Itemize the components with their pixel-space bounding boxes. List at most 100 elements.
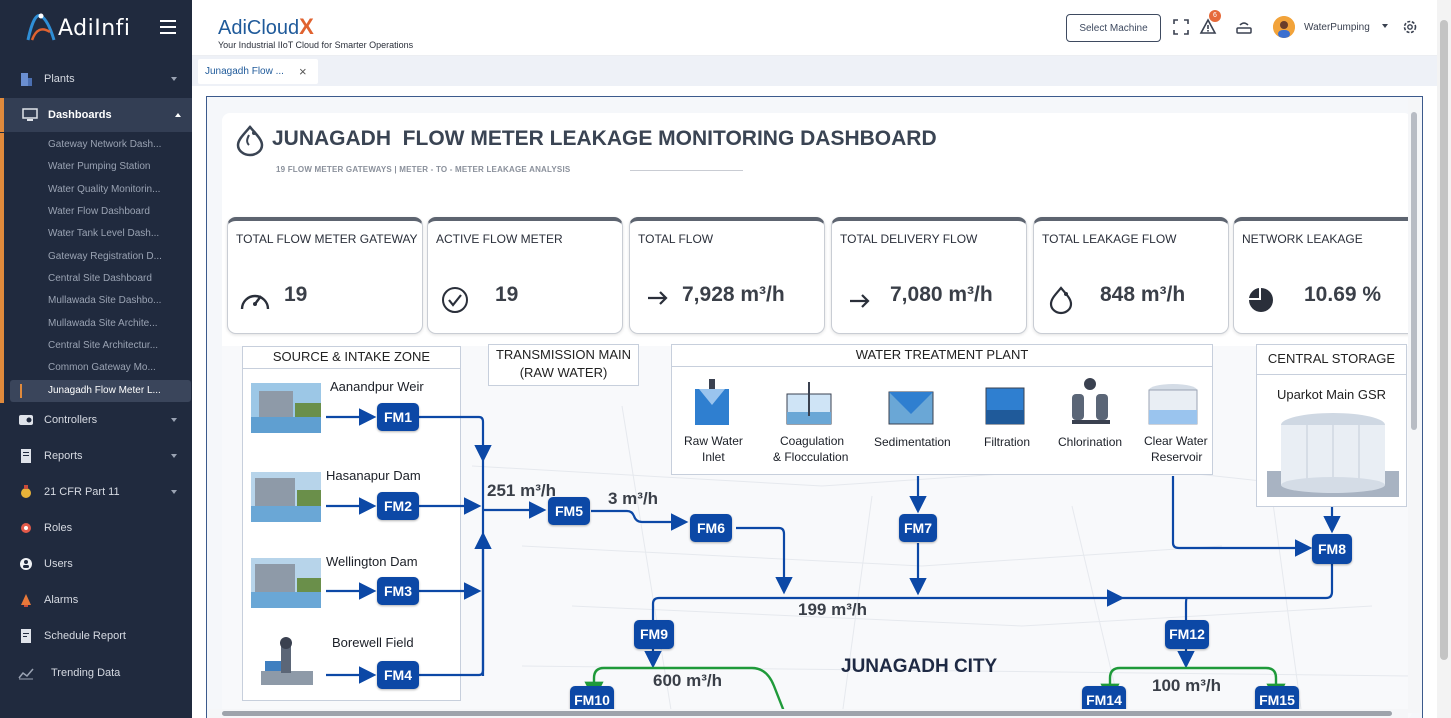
close-icon[interactable]: × bbox=[299, 64, 307, 79]
submenu-item[interactable]: Central Site Architectur... bbox=[48, 340, 158, 351]
kpi-label: TOTAL DELIVERY FLOW bbox=[840, 232, 978, 246]
dashboard-frame: JUNAGADH FLOW METER LEAKAGE MONITORING D… bbox=[206, 96, 1423, 718]
logo-icon bbox=[26, 13, 56, 41]
tab-junagadh[interactable]: Junagadh Flow ... × bbox=[198, 59, 318, 84]
nav-cfr[interactable]: 21 CFR Part 11 bbox=[0, 475, 192, 509]
schedule-icon bbox=[21, 629, 31, 643]
flow-meter-fm9[interactable]: FM9 bbox=[634, 620, 674, 649]
flow-meter-fm2[interactable]: FM2 bbox=[377, 492, 419, 520]
logo-text: AdiInfi bbox=[58, 16, 131, 41]
kpi-card-total-gateway: TOTAL FLOW METER GATEWAY 19 bbox=[227, 217, 423, 334]
submenu-item[interactable]: Water Quality Monitorin... bbox=[48, 184, 160, 195]
nav-roles[interactable]: Roles bbox=[0, 511, 192, 545]
nav-schedule-report[interactable]: Schedule Report bbox=[0, 619, 192, 653]
kpi-label: NETWORK LEAKAGE bbox=[1242, 232, 1363, 246]
flow-reading: 100 m³/h bbox=[1152, 676, 1221, 695]
roles-icon bbox=[21, 523, 31, 533]
submenu-item[interactable]: Gateway Network Dash... bbox=[48, 139, 161, 150]
chevron-down-icon[interactable] bbox=[1382, 24, 1388, 28]
kpi-value: 7,928 m³/h bbox=[682, 283, 785, 306]
flow-meter-fm1[interactable]: FM1 bbox=[377, 403, 419, 431]
leak-drop-icon bbox=[1049, 286, 1073, 315]
trend-chart-icon bbox=[18, 668, 34, 680]
nav-label: Trending Data bbox=[51, 667, 121, 679]
arrow-right-icon bbox=[648, 291, 668, 305]
tab-strip: Junagadh Flow ... × bbox=[192, 56, 1437, 86]
flow-meter-fm6[interactable]: FM6 bbox=[690, 514, 732, 542]
divider bbox=[630, 170, 743, 171]
submenu-item[interactable]: Common Gateway Mo... bbox=[48, 362, 156, 373]
user-name[interactable]: WaterPumping bbox=[1304, 22, 1370, 33]
kpi-label: TOTAL FLOW METER GATEWAY bbox=[236, 232, 418, 246]
kpi-value: 19 bbox=[284, 283, 308, 306]
submenu-item-active[interactable]: Junagadh Flow Meter L... bbox=[10, 380, 191, 402]
router-icon[interactable] bbox=[1235, 18, 1253, 36]
fullscreen-icon[interactable] bbox=[1172, 18, 1190, 36]
nav-label: 21 CFR Part 11 bbox=[44, 486, 120, 498]
alarm-icon bbox=[21, 594, 31, 607]
submenu-item[interactable]: Mullawada Site Dashbo... bbox=[48, 295, 161, 306]
brand-tagline: Your Industrial IIoT Cloud for Smarter O… bbox=[218, 40, 414, 50]
submenu-item[interactable]: Central Site Dashboard bbox=[48, 273, 152, 284]
nav-dashboards[interactable]: Dashboards bbox=[0, 98, 192, 132]
kpi-label: ACTIVE FLOW METER bbox=[436, 232, 563, 246]
submenu-item[interactable]: Water Pumping Station bbox=[48, 161, 150, 172]
gear-icon[interactable] bbox=[1401, 18, 1419, 36]
leak-drop-icon bbox=[236, 125, 264, 157]
kpi-value: 19 bbox=[495, 283, 519, 306]
nav-users[interactable]: Users bbox=[0, 547, 192, 581]
kpi-card-leakage-flow: TOTAL LEAKAGE FLOW 848 m³/h bbox=[1033, 217, 1229, 334]
kpi-card-network-leakage: NETWORK LEAKAGE 10.69 % bbox=[1233, 217, 1412, 334]
nav-trending-data[interactable]: Trending Data bbox=[0, 656, 192, 690]
flow-meter-fm12[interactable]: FM12 bbox=[1165, 620, 1209, 649]
page-subtitle: 19 FLOW METER GATEWAYS | METER - TO - ME… bbox=[276, 165, 571, 174]
user-avatar-icon bbox=[1273, 16, 1295, 38]
nav-reports[interactable]: Reports bbox=[0, 439, 192, 473]
kpi-card-active-meter: ACTIVE FLOW METER 19 bbox=[427, 217, 623, 334]
nav-controllers[interactable]: Controllers bbox=[0, 403, 192, 437]
dashboard-horizontal-scrollbar[interactable] bbox=[208, 709, 1408, 718]
brand-logo: AdiCloudX bbox=[218, 14, 314, 40]
kpi-card-total-flow: TOTAL FLOW 7,928 m³/h bbox=[629, 217, 825, 334]
scrollbar-thumb[interactable] bbox=[1440, 20, 1448, 660]
nav-label: Alarms bbox=[44, 594, 79, 606]
flow-reading: 251 m³/h bbox=[487, 481, 556, 500]
scrollbar-thumb[interactable] bbox=[1411, 112, 1417, 430]
submenu-item-label: Junagadh Flow Meter L... bbox=[48, 385, 161, 396]
menu-toggle-icon[interactable] bbox=[160, 20, 176, 34]
window-scrollbar[interactable] bbox=[1437, 0, 1451, 718]
nav-label: Schedule Report bbox=[44, 630, 126, 642]
submenu-item[interactable]: Water Flow Dashboard bbox=[48, 206, 150, 217]
flow-meter-fm3[interactable]: FM3 bbox=[377, 577, 419, 605]
kpi-card-delivery-flow: TOTAL DELIVERY FLOW 7,080 m³/h bbox=[831, 217, 1027, 334]
flow-meter-fm7[interactable]: FM7 bbox=[899, 514, 937, 542]
nav-label: Dashboards bbox=[48, 109, 112, 121]
select-machine-button[interactable]: Select Machine bbox=[1066, 14, 1161, 42]
submenu-accent bbox=[0, 133, 4, 403]
flow-meter-fm4[interactable]: FM4 bbox=[377, 661, 419, 689]
controller-icon bbox=[19, 415, 33, 425]
dashboard-vertical-scrollbar[interactable] bbox=[1408, 98, 1420, 713]
active-indicator bbox=[20, 384, 22, 398]
chevron-down-icon bbox=[171, 418, 177, 422]
nav-plants[interactable]: Plants bbox=[0, 62, 192, 96]
submenu-item[interactable]: Water Tank Level Dash... bbox=[48, 228, 159, 239]
avatar[interactable] bbox=[1273, 16, 1295, 38]
chevron-down-icon bbox=[171, 454, 177, 458]
submenu-item[interactable]: Gateway Registration D... bbox=[48, 251, 162, 262]
kpi-value: 7,080 m³/h bbox=[890, 283, 993, 306]
chevron-up-icon bbox=[175, 113, 181, 117]
chevron-down-icon bbox=[171, 77, 177, 81]
check-circle-icon bbox=[442, 287, 468, 313]
users-icon bbox=[20, 558, 32, 570]
flow-meter-fm8[interactable]: FM8 bbox=[1312, 534, 1352, 564]
top-header: AdiCloudX Your Industrial IIoT Cloud for… bbox=[192, 0, 1437, 56]
flow-meter-fm5[interactable]: FM5 bbox=[548, 497, 590, 525]
scrollbar-thumb[interactable] bbox=[222, 711, 1392, 716]
dashboards-submenu: Gateway Network Dash... Water Pumping St… bbox=[0, 133, 192, 403]
nav-alarms[interactable]: Alarms bbox=[0, 583, 192, 617]
sidebar: AdiInfi Plants Dashboards Gateway Networ… bbox=[0, 0, 192, 718]
flow-reading: 3 m³/h bbox=[608, 489, 659, 508]
submenu-item[interactable]: Mullawada Site Archite... bbox=[48, 318, 158, 329]
kpi-value: 848 m³/h bbox=[1100, 283, 1186, 306]
